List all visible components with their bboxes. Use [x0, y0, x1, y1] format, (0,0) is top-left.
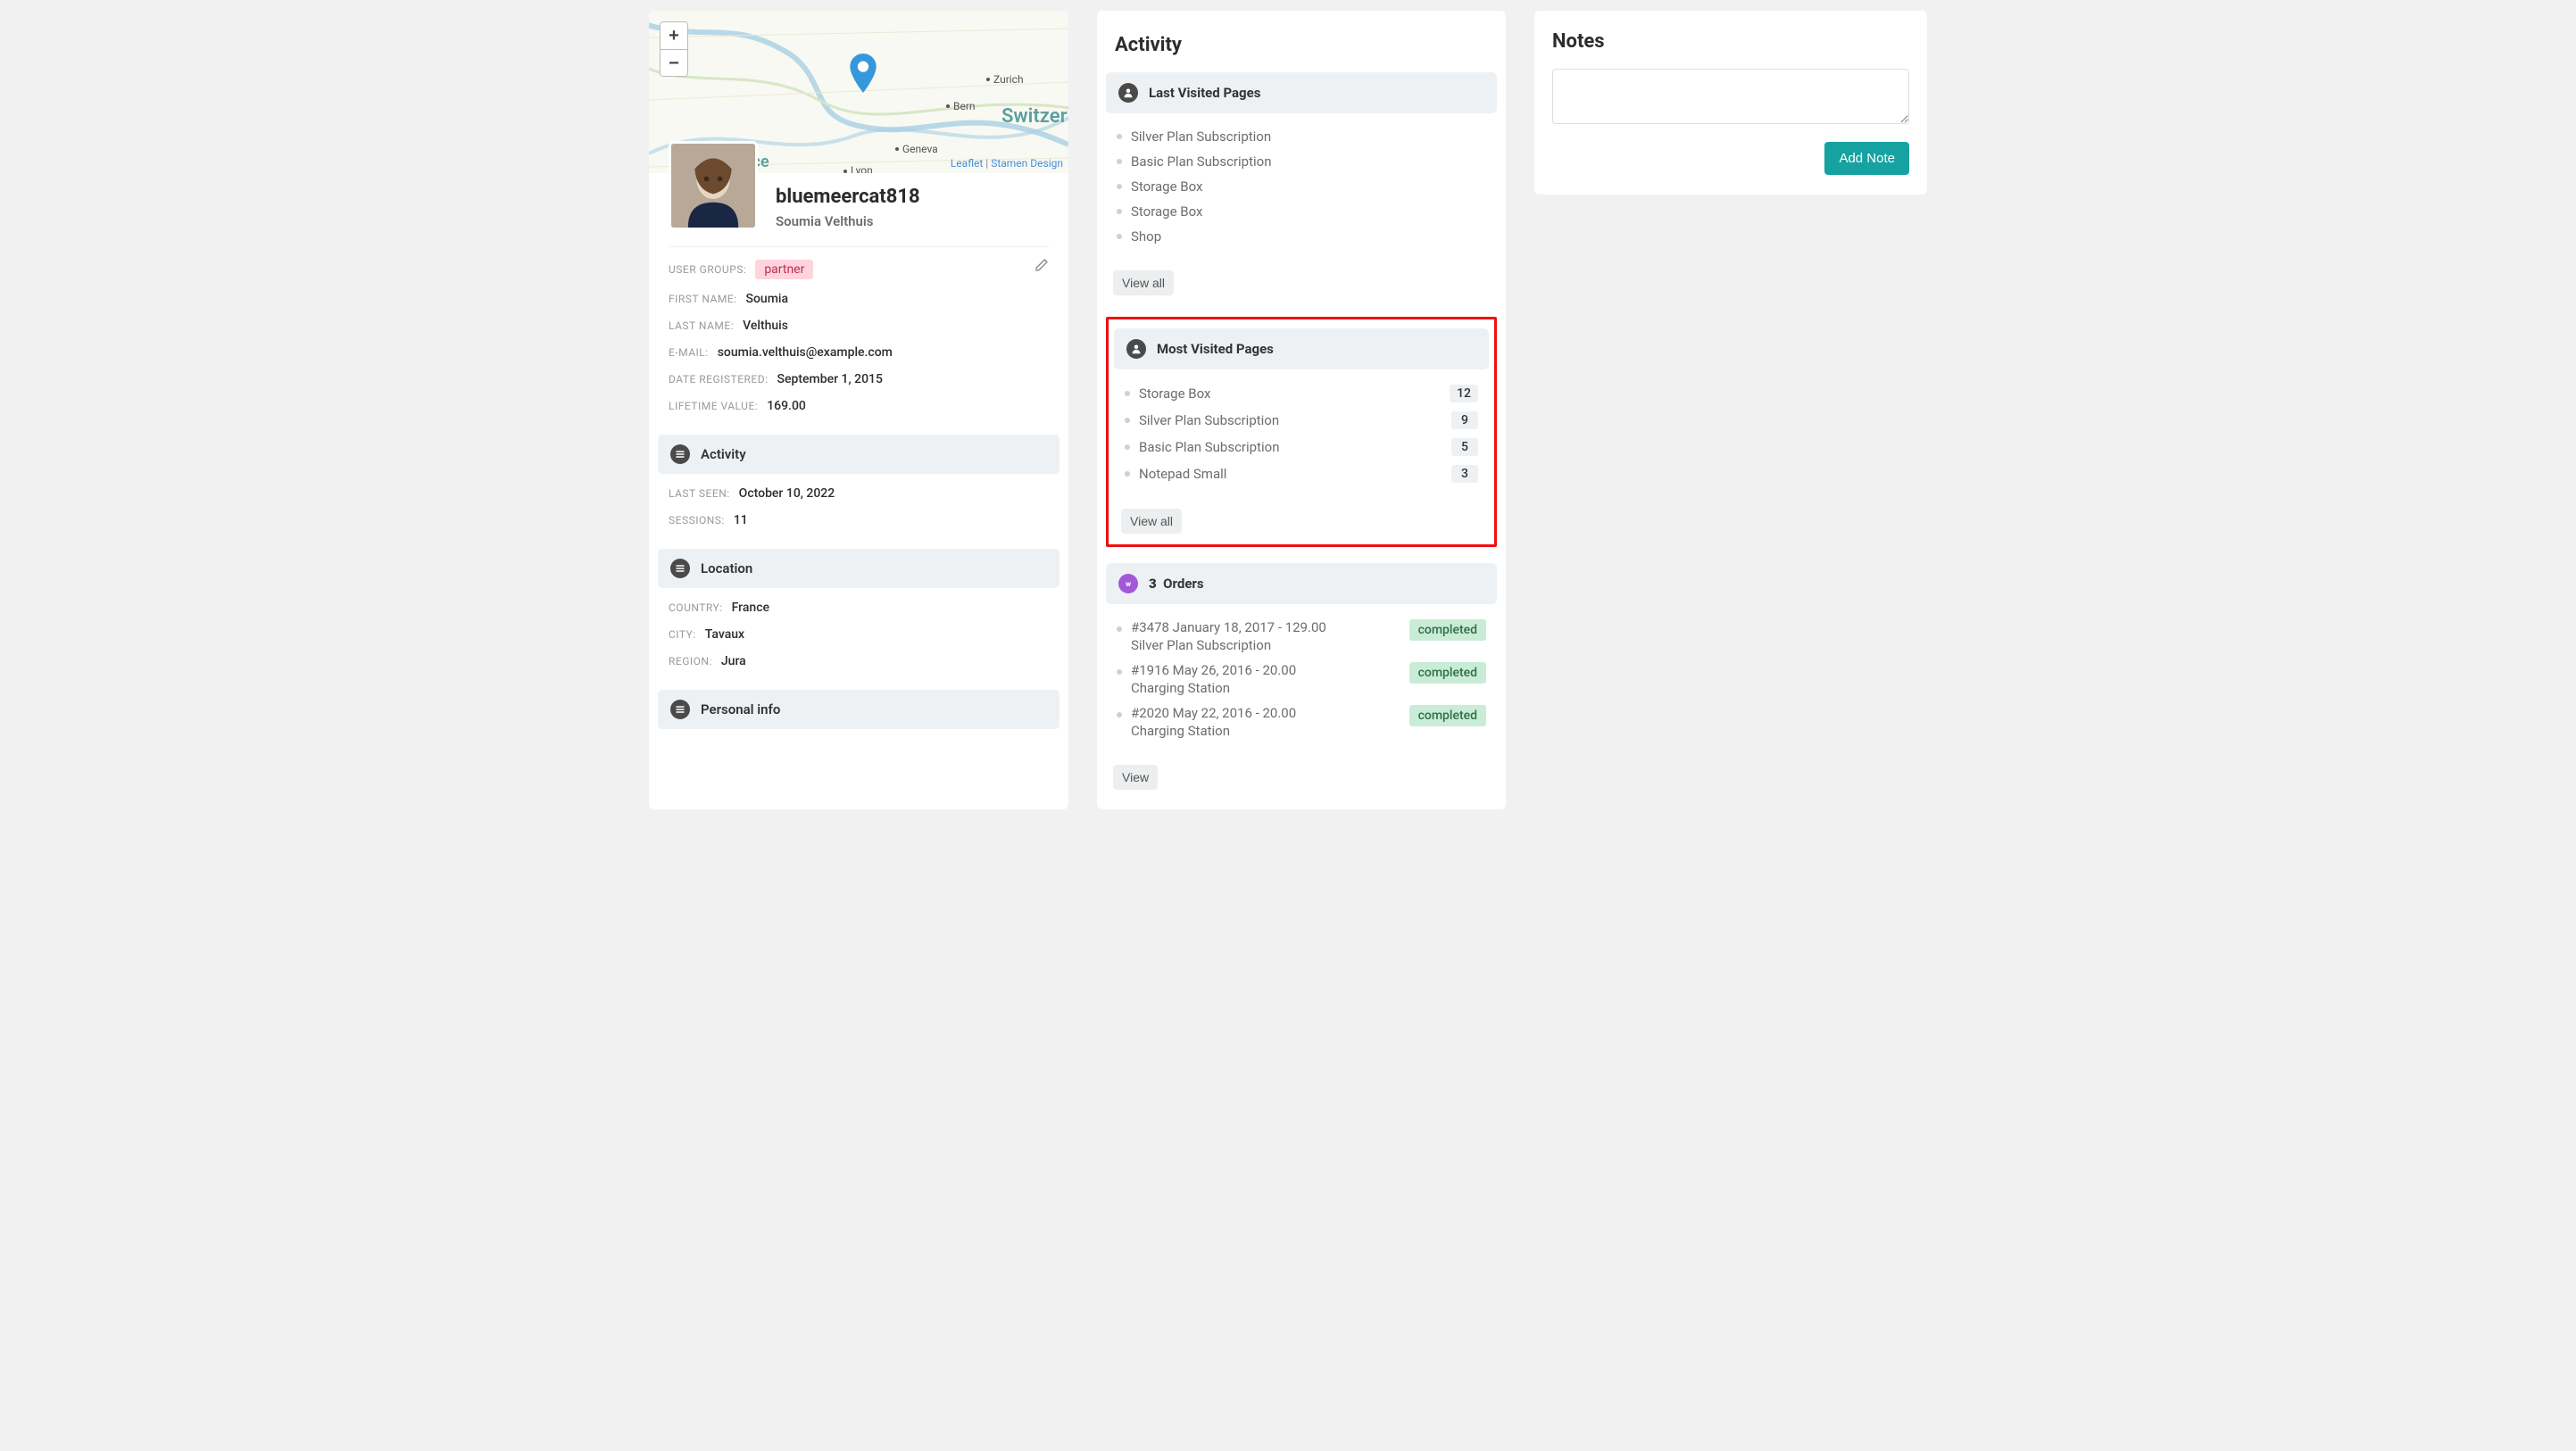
map-zoom-controls: + −	[660, 21, 688, 77]
leaflet-link[interactable]: Leaflet	[951, 157, 983, 170]
order-row[interactable]: #1916 May 26, 2016 - 20.00Charging Stati…	[1109, 658, 1493, 701]
last-visited-header: Last Visited Pages	[1106, 72, 1497, 113]
note-input[interactable]	[1552, 69, 1909, 124]
visit-count: 12	[1450, 385, 1478, 402]
most-visited-header: Most Visited Pages	[1114, 328, 1489, 369]
list-icon	[670, 444, 690, 464]
visit-count: 3	[1451, 465, 1478, 483]
avatar	[669, 141, 758, 230]
user-groups-label: USER GROUPS:	[669, 263, 746, 276]
view-all-most-visited-button[interactable]: View all	[1121, 509, 1182, 534]
status-badge: completed	[1409, 619, 1486, 641]
zoom-in-button[interactable]: +	[661, 22, 687, 49]
view-all-last-visited-button[interactable]: View all	[1113, 270, 1174, 295]
view-orders-button[interactable]: View	[1113, 765, 1158, 790]
user-icon	[1126, 339, 1146, 359]
svg-text:Zurich: Zurich	[993, 73, 1024, 86]
region: Jura	[721, 654, 746, 668]
visit-count: 5	[1451, 438, 1478, 456]
orders-header: w 3 Orders	[1106, 563, 1497, 604]
list-item[interactable]: Shop	[1109, 224, 1493, 249]
notes-card: Notes Add Note	[1534, 11, 1927, 195]
last-seen: October 10, 2022	[739, 486, 835, 501]
svg-text:Geneva: Geneva	[902, 143, 938, 155]
first-name: Soumia	[746, 292, 789, 306]
svg-text:Switzerland: Switzerland	[1001, 105, 1068, 128]
list-item[interactable]: Basic Plan Subscription	[1109, 149, 1493, 174]
activity-title: Activity	[1106, 30, 1497, 72]
date-registered: September 1, 2015	[777, 372, 883, 386]
list-item[interactable]: Storage Box	[1109, 174, 1493, 199]
city: Tavaux	[705, 627, 744, 642]
username: bluemeercat818	[776, 186, 920, 208]
list-icon	[670, 700, 690, 719]
user-icon	[1118, 83, 1138, 103]
activity-section-header[interactable]: Activity	[658, 435, 1059, 474]
edit-icon[interactable]	[1035, 258, 1049, 276]
visit-count: 9	[1451, 411, 1478, 429]
activity-card: Activity Last Visited Pages Silver Plan …	[1097, 11, 1506, 809]
svg-text:Bern: Bern	[953, 100, 976, 112]
notes-title: Notes	[1552, 30, 1909, 53]
svg-text:w: w	[1126, 580, 1131, 589]
user-fullname: Soumia Velthuis	[776, 213, 920, 229]
list-item[interactable]: Storage Box	[1109, 199, 1493, 224]
list-item[interactable]: Basic Plan Subscription5	[1118, 434, 1485, 460]
sessions-count: 11	[734, 513, 748, 527]
email: soumia.velthuis@example.com	[718, 345, 893, 360]
zoom-out-button[interactable]: −	[661, 49, 687, 76]
order-row[interactable]: #3478 January 18, 2017 - 129.00Silver Pl…	[1109, 615, 1493, 658]
list-item[interactable]: Storage Box12	[1118, 380, 1485, 407]
list-item[interactable]: Silver Plan Subscription9	[1118, 407, 1485, 434]
list-item[interactable]: Silver Plan Subscription	[1109, 124, 1493, 149]
cart-icon: w	[1118, 574, 1138, 593]
location-section-header[interactable]: Location	[658, 549, 1059, 588]
stamen-link[interactable]: Stamen Design	[991, 157, 1063, 170]
most-visited-highlight: Most Visited Pages Storage Box12Silver P…	[1106, 317, 1497, 547]
map-pin-icon	[849, 54, 877, 93]
user-group-badge: partner	[755, 260, 813, 279]
list-item[interactable]: Notepad Small3	[1118, 460, 1485, 487]
svg-text:Lyon: Lyon	[851, 164, 873, 173]
list-icon	[670, 559, 690, 578]
country: France	[732, 601, 769, 615]
status-badge: completed	[1409, 705, 1486, 726]
personal-info-section-header[interactable]: Personal info	[658, 690, 1059, 729]
add-note-button[interactable]: Add Note	[1824, 142, 1909, 175]
order-row[interactable]: #2020 May 22, 2016 - 20.00Charging Stati…	[1109, 701, 1493, 743]
status-badge: completed	[1409, 662, 1486, 684]
map-attribution: Leaflet | Stamen Design	[951, 157, 1063, 170]
last-name: Velthuis	[743, 319, 788, 333]
user-profile-card: Switzerland Zurich Bern Geneva Lyon Fran…	[649, 11, 1068, 809]
lifetime-value: 169.00	[767, 399, 806, 413]
